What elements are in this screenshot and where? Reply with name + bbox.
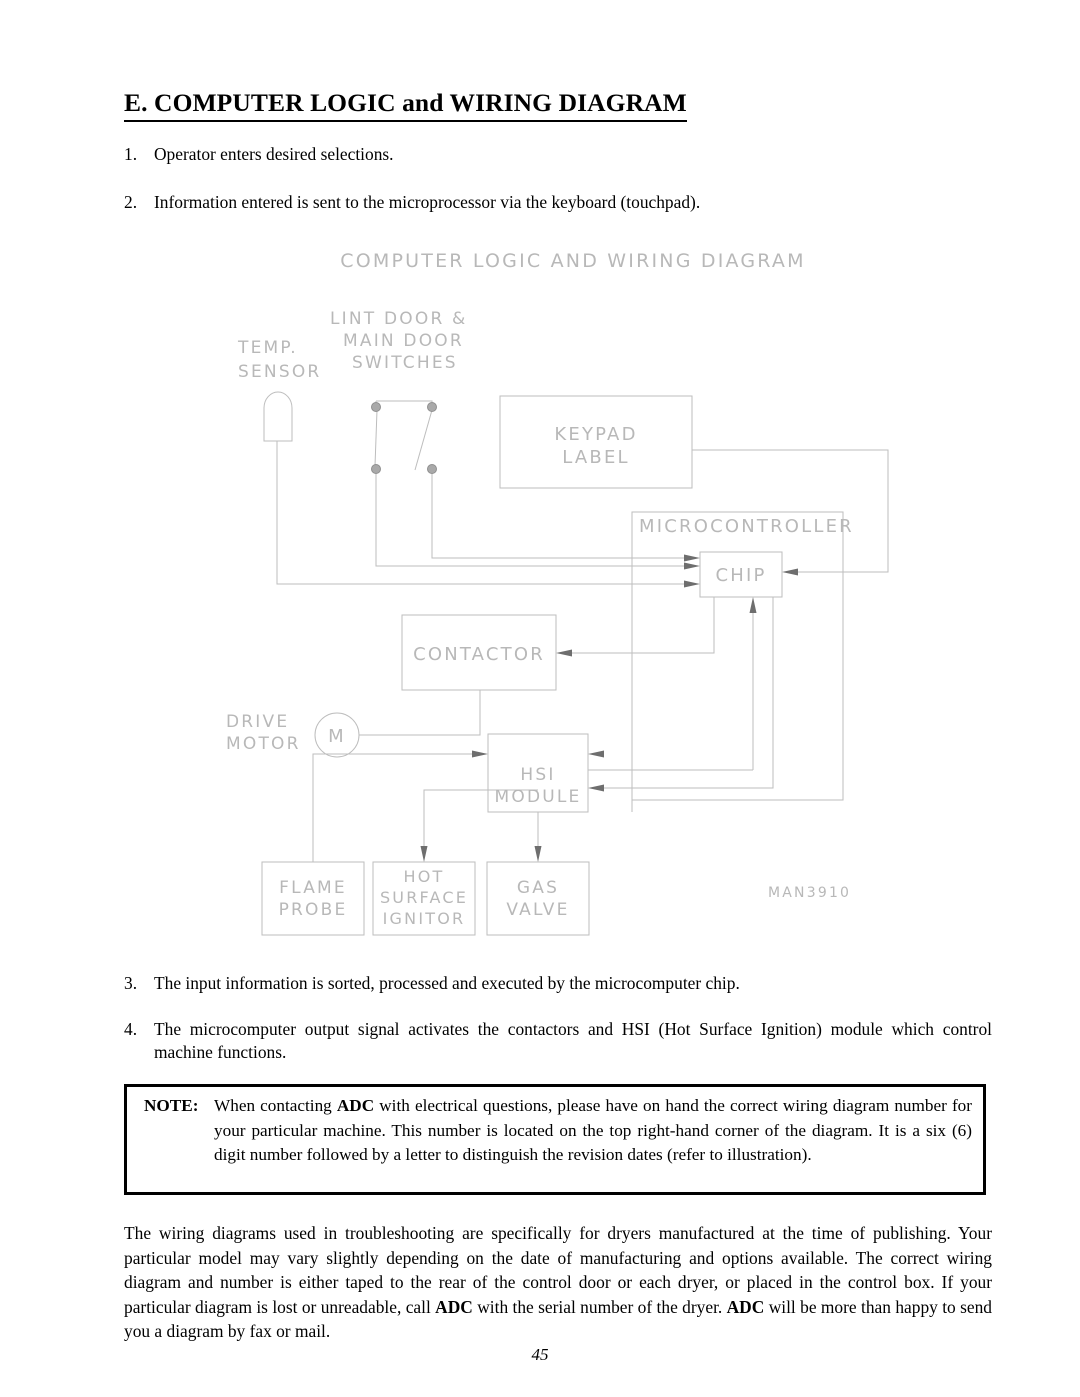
wire-keypad-to-chip (692, 449, 889, 573)
page-title-text: E. COMPUTER LOGIC and WIRING DIAGRAM (124, 88, 687, 122)
wire-main-switch-to-chip (431, 470, 694, 559)
list-item-number: 3. (124, 973, 138, 993)
door-switches-label-line1: LINT DOOR & (330, 309, 468, 329)
switch-terminal-dot (371, 402, 381, 412)
temp-sensor-symbol (263, 391, 293, 442)
wire-chip-to-contactor (564, 597, 715, 654)
list-item: 2. Information entered is sent to the mi… (124, 191, 994, 214)
note-text-before: When contacting (214, 1096, 337, 1115)
note-label: NOTE: (144, 1096, 199, 1115)
arrowheads (420, 554, 798, 862)
keypad-label-box (499, 395, 693, 489)
note-text: When contacting ADC with electrical ques… (214, 1094, 972, 1168)
list-item: 1. Operator enters desired selections. (124, 143, 984, 166)
temp-sensor-label-line2: SENSOR (238, 362, 321, 382)
list-item-number: 1. (124, 144, 138, 164)
gas-valve-label-line2: VALVE (506, 900, 569, 920)
arrow-into-hsi-left (472, 750, 488, 758)
note-adc: ADC (336, 1096, 375, 1115)
arrow-into-chip-right (782, 568, 798, 576)
arrow-hsi-out-right (588, 750, 604, 758)
flame-probe-box (261, 861, 365, 936)
arrow-into-chip-1 (684, 554, 700, 562)
wire-switch-top-bus (375, 400, 433, 407)
contactor-label: CONTACTOR (413, 644, 545, 665)
arrow-into-chip-2 (684, 562, 700, 570)
door-switches-label-line2: MAIN DOOR (343, 331, 464, 351)
motor-symbol-label: M (328, 726, 346, 747)
hot-surface-ignitor-box (372, 861, 476, 936)
microcontroller-label: MICROCONTROLLER (639, 516, 854, 537)
drive-motor-label-line2: MOTOR (226, 734, 301, 754)
list-item-text: The input information is sorted, process… (154, 973, 740, 993)
wire-lint-switch-to-chip (375, 470, 694, 567)
chip-box (699, 551, 783, 598)
ignitor-label-line1: HOT (404, 867, 445, 886)
flame-probe-label-line2: PROBE (279, 900, 348, 920)
wire-hsi-to-ignitor (423, 789, 538, 854)
switch-terminal-dot (427, 464, 437, 474)
chip-label: CHIP (715, 565, 766, 586)
hsi-module-box (487, 733, 589, 813)
list-item-text: The microcomputer output signal activate… (154, 1019, 992, 1062)
list-item-number: 4. (124, 1019, 138, 1039)
flame-probe-label-line1: FLAME (279, 878, 347, 898)
temp-sensor-label-line1: TEMP. (237, 338, 298, 358)
document-page: E. COMPUTER LOGIC and WIRING DIAGRAM 1. … (0, 0, 1080, 1397)
diagram-title: COMPUTER LOGIC AND WIRING DIAGRAM (340, 250, 805, 272)
wire-temp-sensor-to-chip (276, 441, 694, 585)
arrow-into-gas-valve (534, 846, 542, 862)
drive-motor-label-line1: DRIVE (226, 712, 289, 732)
paragraph-adc-2: ADC (726, 1296, 765, 1317)
note-box: NOTE: When contacting ADC with electrica… (124, 1084, 986, 1195)
paragraph-adc-1: ADC (435, 1296, 473, 1317)
drawing-number: MAN3910 (768, 885, 851, 901)
page-title: E. COMPUTER LOGIC and WIRING DIAGRAM (124, 88, 744, 122)
drive-motor-symbol (314, 712, 360, 758)
arrow-into-chip-3 (684, 580, 700, 588)
arrow-into-contactor (556, 649, 572, 657)
note-content: NOTE: When contacting ADC with electrica… (144, 1094, 972, 1168)
list-item: 3. The input information is sorted, proc… (124, 972, 1004, 995)
arrow-into-hsi-right (588, 784, 604, 792)
ignitor-label-line3: IGNITOR (383, 909, 466, 928)
microcontroller-box (631, 511, 844, 801)
hsi-module-label-line1: HSI (520, 765, 555, 785)
list-item: 4. The microcomputer output signal activ… (124, 1018, 992, 1064)
wire-chip-to-hsi (596, 597, 774, 789)
hsi-module-label-line2: MODULE (495, 787, 582, 807)
switch-blade-lint-door (374, 409, 378, 467)
page-number: 45 (531, 1345, 549, 1364)
switch-terminals (371, 402, 437, 474)
arrow-into-ignitor (420, 846, 428, 862)
switch-terminal-dot (427, 402, 437, 412)
paragraph-part2: with the serial number of the dryer. (472, 1296, 727, 1317)
list-item-text: Information entered is sent to the micro… (154, 192, 701, 212)
list-item-number: 2. (124, 192, 138, 212)
switch-terminal-dot (371, 464, 381, 474)
wire-flame-probe-to-hsi (312, 753, 480, 862)
switch-blade-main-door (414, 409, 433, 471)
door-switches-label-line3: SWITCHES (352, 353, 458, 373)
ignitor-label-line2: SURFACE (380, 888, 468, 907)
arrow-into-chip-bottom (749, 597, 757, 613)
gas-valve-box (486, 861, 590, 936)
keypad-label-line1: KEYPAD (554, 424, 637, 445)
keypad-label-line2: LABEL (562, 447, 630, 468)
wire-contactor-to-motor (359, 690, 481, 736)
gas-valve-label-line1: GAS (517, 878, 559, 898)
list-item-text: Operator enters desired selections. (154, 144, 394, 164)
contactor-box (401, 614, 557, 691)
closing-paragraph: The wiring diagrams used in troubleshoot… (124, 1221, 992, 1344)
